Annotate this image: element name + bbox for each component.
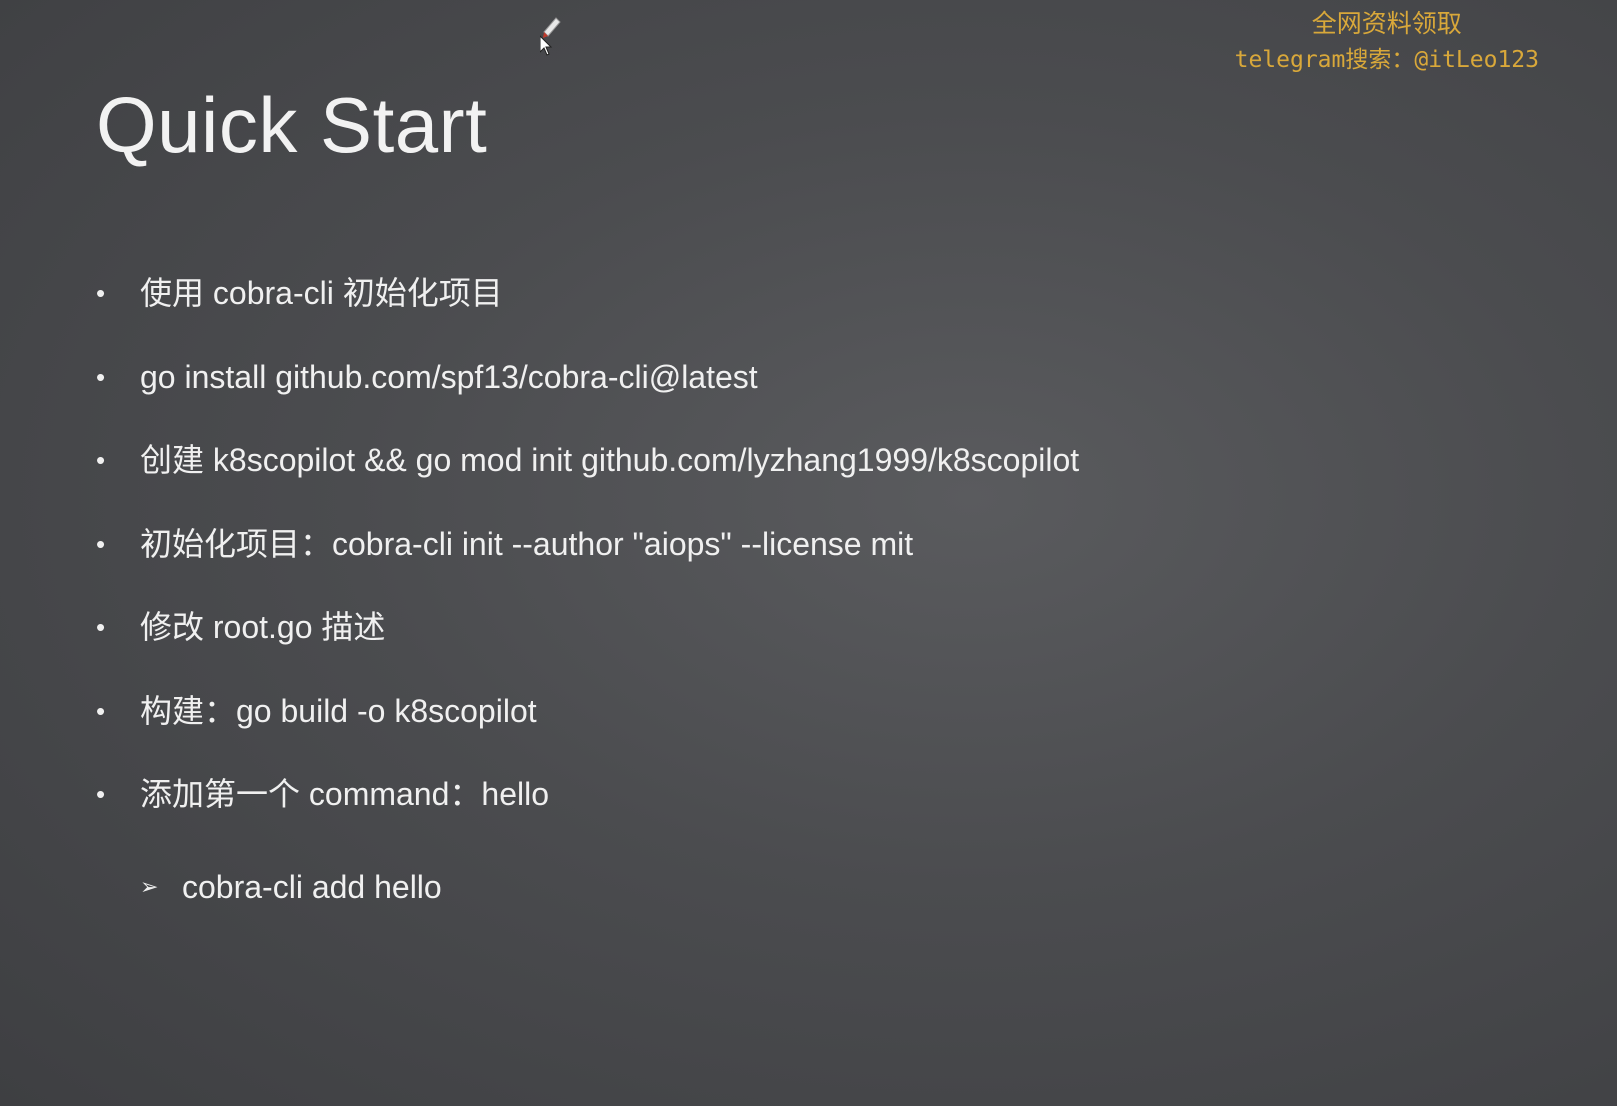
bullet-text: 创建 k8scopilot && go mod init github.com/… [140,442,1080,478]
bullet-text: 使用 cobra-cli 初始化项目 [140,275,503,311]
bullet-item: • 使用 cobra-cli 初始化项目 [96,272,1079,356]
sub-bullet-item: ➢ cobra-cli add hello [140,866,442,908]
watermark: 全网资料领取 telegram搜索：@itLeo123 [1235,6,1539,78]
pen-cursor-icon [540,17,561,56]
slide-title: Quick Start [96,81,488,169]
watermark-line-2: telegram搜索：@itLeo123 [1234,47,1539,73]
watermark-line-1: 全网资料领取 [1311,9,1462,38]
bullet-text: go install github.com/spf13/cobra-cli@la… [140,358,758,395]
bullet-dot-icon: • [96,695,106,726]
bullet-dot-icon: • [96,612,106,642]
bullet-dot-icon: • [96,445,106,475]
bullet-item: • 添加第一个 command：hello [96,773,1079,857]
bullet-item: • 创建 k8scopilot && go mod init github.co… [96,439,1079,523]
bullet-text: 修改 root.go 描述 [140,609,386,645]
bullet-dot-icon: • [96,528,106,559]
bullet-dot-icon: • [96,278,106,308]
bullet-text: 添加第一个 command：hello [140,776,550,812]
arrow-bullet-icon: ➢ [140,874,159,899]
bullet-dot-icon: • [96,779,106,809]
bullet-dot-icon: • [96,361,106,392]
bullet-text: 构建：go build -o k8scopilot [140,692,537,729]
bullet-item: • 初始化项目：cobra-cli init --author "aiops" … [96,523,1079,607]
bullet-item: • 构建：go build -o k8scopilot [96,690,1079,774]
bullet-item: • 修改 root.go 描述 [96,606,1079,690]
bullet-text: 初始化项目：cobra-cli init --author "aiops" --… [140,525,914,562]
sub-bullet-text: cobra-cli add hello [182,869,442,905]
bullet-item: • go install github.com/spf13/cobra-cli@… [96,356,1079,440]
bullet-list: • 使用 cobra-cli 初始化项目 • go install github… [96,272,1079,857]
